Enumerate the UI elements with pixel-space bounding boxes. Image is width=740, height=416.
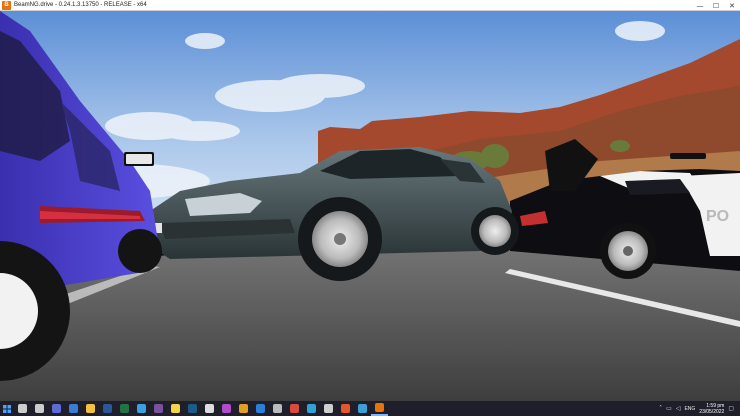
steam-icon[interactable] [184, 401, 201, 416]
excel-icon-glyph [120, 404, 129, 413]
epic-icon-glyph [205, 404, 214, 413]
file-explorer-icon[interactable] [82, 401, 99, 416]
network-icon[interactable]: ▭ [666, 405, 672, 412]
camera-icon-glyph [69, 404, 78, 413]
chrome-icon-glyph [290, 404, 299, 413]
window-controls: — ☐ ✕ [692, 0, 740, 11]
app-icon-6[interactable] [354, 401, 371, 416]
edge-icon[interactable] [303, 401, 320, 416]
notes-icon[interactable] [167, 401, 184, 416]
police-livery-text: PO [706, 208, 729, 225]
store-icon-glyph [137, 404, 146, 413]
windows-taskbar: ˄ ▭ ◁ ENG 1:59 pm 23/05/2022 ▢ [0, 401, 740, 416]
search-icon-glyph [18, 404, 27, 413]
winamp-icon-glyph [239, 404, 248, 413]
volume-icon[interactable]: ◁ [676, 405, 681, 412]
clock-date: 23/05/2022 [699, 408, 725, 415]
store-icon[interactable] [133, 401, 150, 416]
system-tray: ˄ ▭ ◁ ENG 1:59 pm 23/05/2022 ▢ [659, 401, 740, 416]
game-scene: PO [0, 11, 740, 401]
maximize-button[interactable]: ☐ [708, 0, 724, 11]
app-icon-3-glyph [256, 404, 265, 413]
app-icon-4[interactable] [320, 401, 337, 416]
app-window: B BeamNG.drive - 0.24.1.3.13750 - RELEAS… [0, 0, 740, 416]
title-bar[interactable]: B BeamNG.drive - 0.24.1.3.13750 - RELEAS… [0, 0, 740, 11]
app-icon-6-glyph [358, 404, 367, 413]
clock[interactable]: 1:59 pm 23/05/2022 [699, 403, 724, 415]
file-explorer-icon-glyph [86, 404, 95, 413]
tray-chevron-icon[interactable]: ˄ [659, 405, 662, 412]
notes-icon-glyph [171, 404, 180, 413]
start-button[interactable] [0, 401, 14, 416]
camera-icon[interactable] [65, 401, 82, 416]
window-title: BeamNG.drive - 0.24.1.3.13750 - RELEASE … [14, 2, 147, 8]
close-button[interactable]: ✕ [724, 0, 740, 11]
word-icon[interactable] [99, 401, 116, 416]
chat-icon-glyph [52, 404, 61, 413]
minimize-button[interactable]: — [692, 0, 708, 11]
chat-icon[interactable] [48, 401, 65, 416]
app-icon-2[interactable] [218, 401, 235, 416]
excel-icon[interactable] [116, 401, 133, 416]
viber-icon[interactable] [150, 401, 167, 416]
task-view-icon-glyph [35, 404, 44, 413]
chrome-icon[interactable] [286, 401, 303, 416]
search-icon[interactable] [14, 401, 31, 416]
language-indicator[interactable]: ENG [684, 406, 695, 412]
beamng-logo-icon: B [2, 0, 11, 10]
edge-icon-glyph [307, 404, 316, 413]
game-viewport[interactable]: PO [0, 11, 740, 401]
viber-icon-glyph [154, 404, 163, 413]
winamp-icon[interactable] [235, 401, 252, 416]
app-icon-2-glyph [222, 404, 231, 413]
app-icon-4-glyph [324, 404, 333, 413]
word-icon-glyph [103, 404, 112, 413]
taskbar-pinned-apps [14, 401, 388, 416]
settings-icon[interactable] [269, 401, 286, 416]
beamng-icon-glyph [375, 403, 384, 412]
steam-icon-glyph [188, 404, 197, 413]
app-icon-5[interactable] [337, 401, 354, 416]
settings-icon-glyph [273, 404, 282, 413]
app-icon-3[interactable] [252, 401, 269, 416]
epic-icon[interactable] [201, 401, 218, 416]
beamng-icon[interactable] [371, 401, 388, 416]
app-icon-5-glyph [341, 404, 350, 413]
task-view-icon[interactable] [31, 401, 48, 416]
notification-icon[interactable]: ▢ [728, 405, 734, 412]
windows-logo-icon [3, 404, 11, 413]
